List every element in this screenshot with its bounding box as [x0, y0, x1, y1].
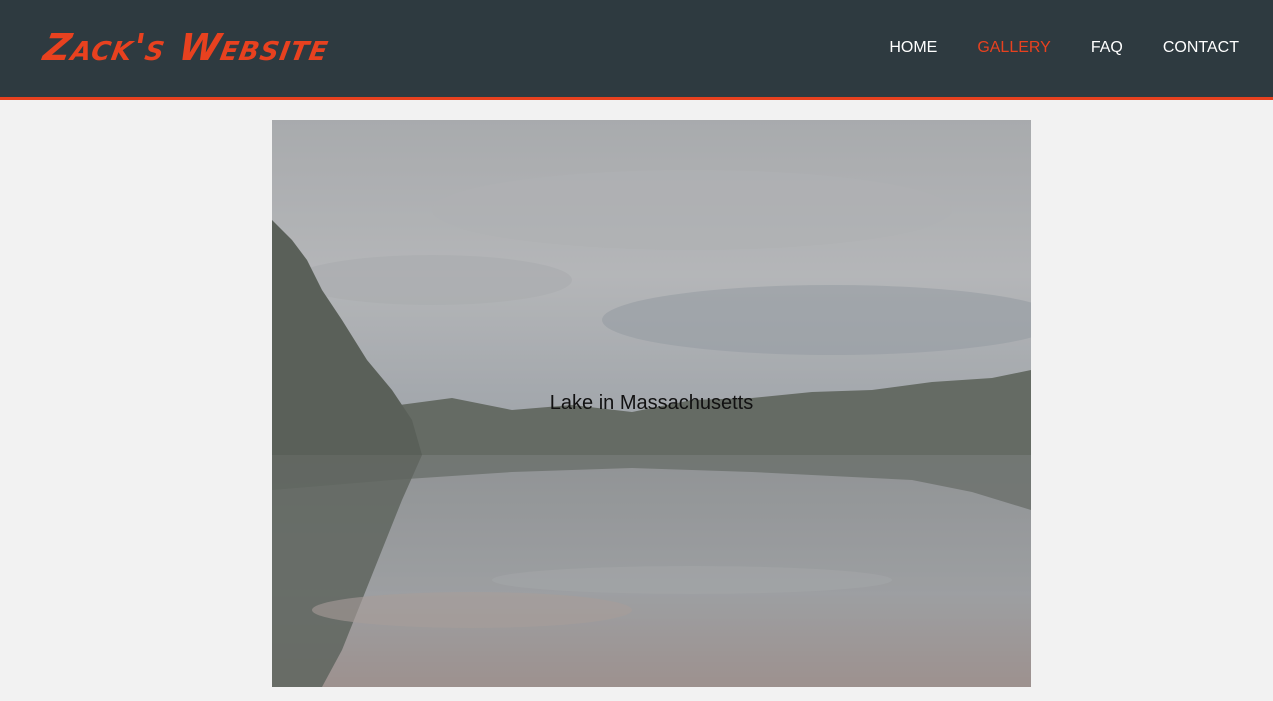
- nav-home[interactable]: HOME: [889, 38, 937, 58]
- site-logo[interactable]: Zack's Website: [40, 24, 333, 72]
- nav-contact[interactable]: CONTACT: [1163, 38, 1239, 58]
- photo-caption: Lake in Massachusetts: [549, 392, 754, 414]
- nav-gallery[interactable]: GALLERY: [977, 38, 1051, 58]
- site-header: Zack's Website HOME GALLERY FAQ CONTACT: [0, 0, 1273, 100]
- main-nav: HOME GALLERY FAQ CONTACT: [849, 38, 1239, 58]
- nav-faq[interactable]: FAQ: [1091, 38, 1123, 58]
- gallery-photo[interactable]: Lake in Massachusetts: [272, 120, 1031, 687]
